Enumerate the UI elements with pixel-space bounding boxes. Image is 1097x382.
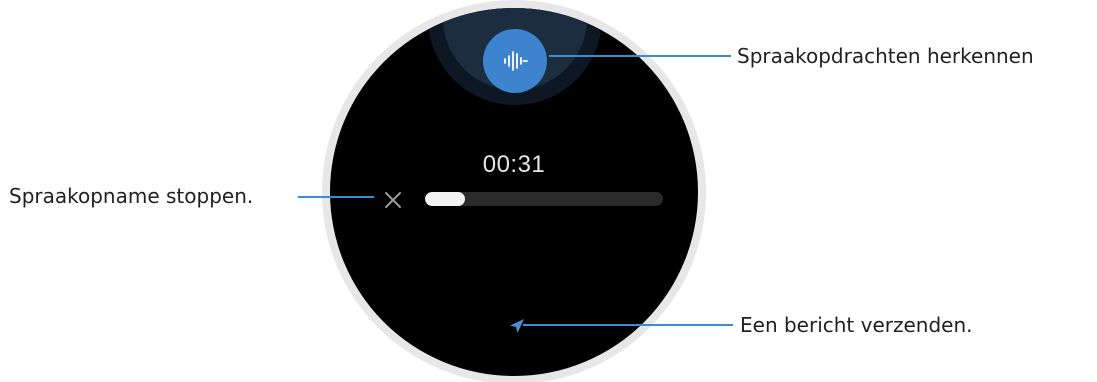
callout-line-stop [298,196,374,198]
send-message-button[interactable] [505,314,529,338]
send-arrow-icon [510,319,524,333]
stop-recording-button[interactable] [379,186,407,214]
callout-line-send [523,324,733,326]
close-x-icon [385,192,401,208]
recording-timer: 00:31 [482,151,546,178]
recording-progress-bar [425,192,663,206]
watch-screen: 00:31 [330,8,698,376]
callout-stop-recording: Spraakopname stoppen. [9,184,254,208]
voice-command-button[interactable] [483,29,547,93]
callout-line-voice [549,55,731,57]
callout-send-message: Een bericht verzenden. [740,313,973,337]
voice-waveform-icon [504,51,528,71]
recording-progress-fill [425,192,466,206]
callout-voice-commands: Spraakopdrachten herkennen [737,44,1034,68]
illustration-stage: 00:31 Spraakopdrachten herkennen Spraako… [0,0,1097,382]
